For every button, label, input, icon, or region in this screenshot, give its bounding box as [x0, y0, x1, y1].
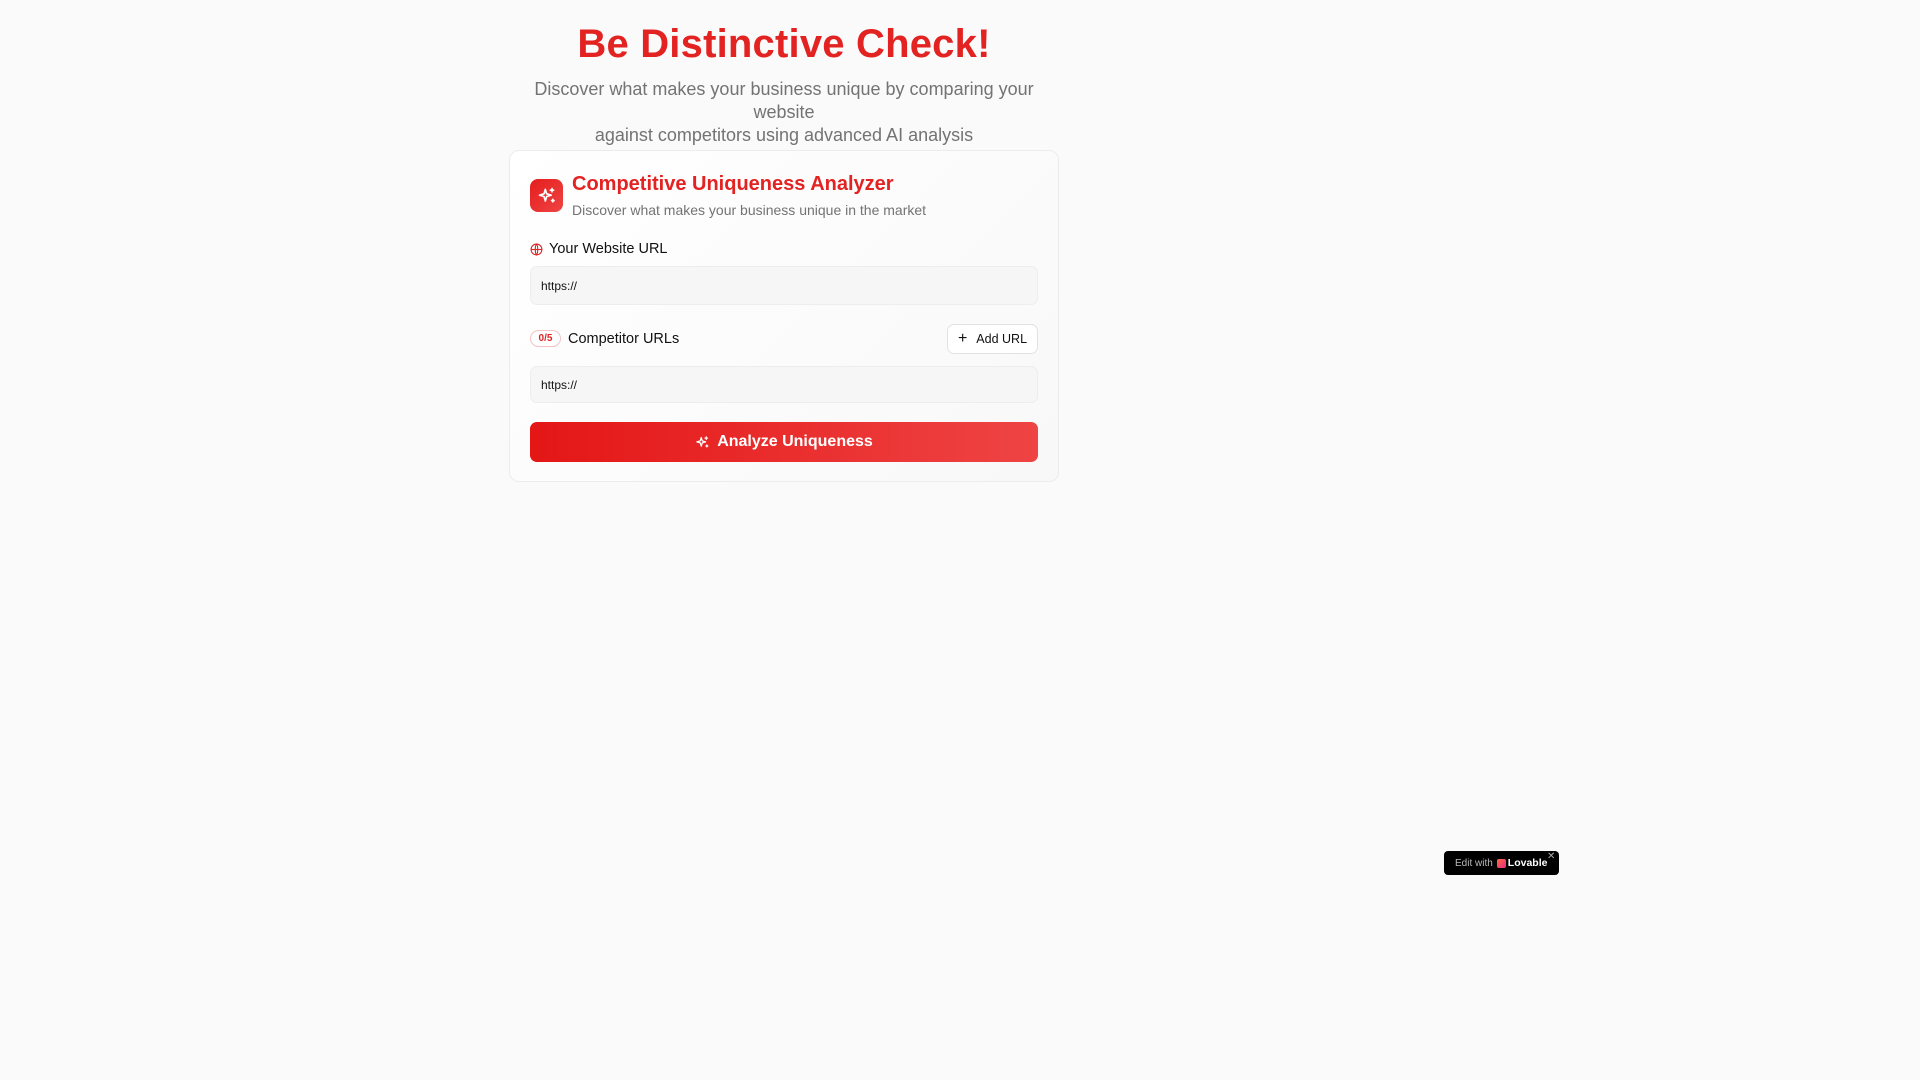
sparkles-icon: [530, 179, 563, 212]
add-url-button-label: Add URL: [976, 332, 1028, 346]
website-url-input[interactable]: [530, 266, 1038, 305]
sparkles-icon: [695, 435, 710, 450]
edit-with-lovable-badge[interactable]: Edit with Lovable: [1444, 851, 1559, 875]
competitor-urls-label-text: Competitor URLs: [568, 330, 680, 347]
plus-icon: +: [957, 330, 968, 347]
page-subtitle-line-2: against competitors using advanced AI an…: [594, 125, 974, 145]
close-icon[interactable]: ✕: [1547, 851, 1557, 863]
page-subtitle-line-1: Discover what makes your business unique…: [534, 79, 1034, 122]
globe-icon: [530, 242, 543, 256]
analyze-uniqueness-button-label: Analyze Uniqueness: [717, 433, 873, 450]
add-url-button[interactable]: + Add URL: [947, 324, 1038, 354]
website-url-label-text: Your Website URL: [549, 241, 668, 257]
card-subtitle: Discover what makes your business unique…: [572, 202, 927, 218]
card-title: Competitive Uniqueness Analyzer: [572, 173, 894, 195]
website-url-label: Your Website URL: [530, 241, 667, 257]
lovable-brand-text: Lovable: [1507, 857, 1548, 869]
analyze-uniqueness-button[interactable]: Analyze Uniqueness: [530, 422, 1038, 462]
competitor-count-badge: 0/5: [530, 330, 561, 347]
competitor-url-input[interactable]: [530, 366, 1038, 403]
lovable-logo-icon: [1496, 858, 1506, 868]
page-subtitle: Discover what makes your business unique…: [514, 78, 1054, 147]
edit-with-text: Edit with: [1455, 857, 1493, 869]
page-title: Be Distinctive Check!: [577, 22, 991, 66]
page: Be Distinctive Check! Discover what make…: [0, 0, 1568, 882]
analyzer-card: Competitive Uniqueness Analyzer Discover…: [509, 150, 1059, 482]
competitor-urls-label: 0/5 Competitor URLs: [530, 330, 679, 347]
